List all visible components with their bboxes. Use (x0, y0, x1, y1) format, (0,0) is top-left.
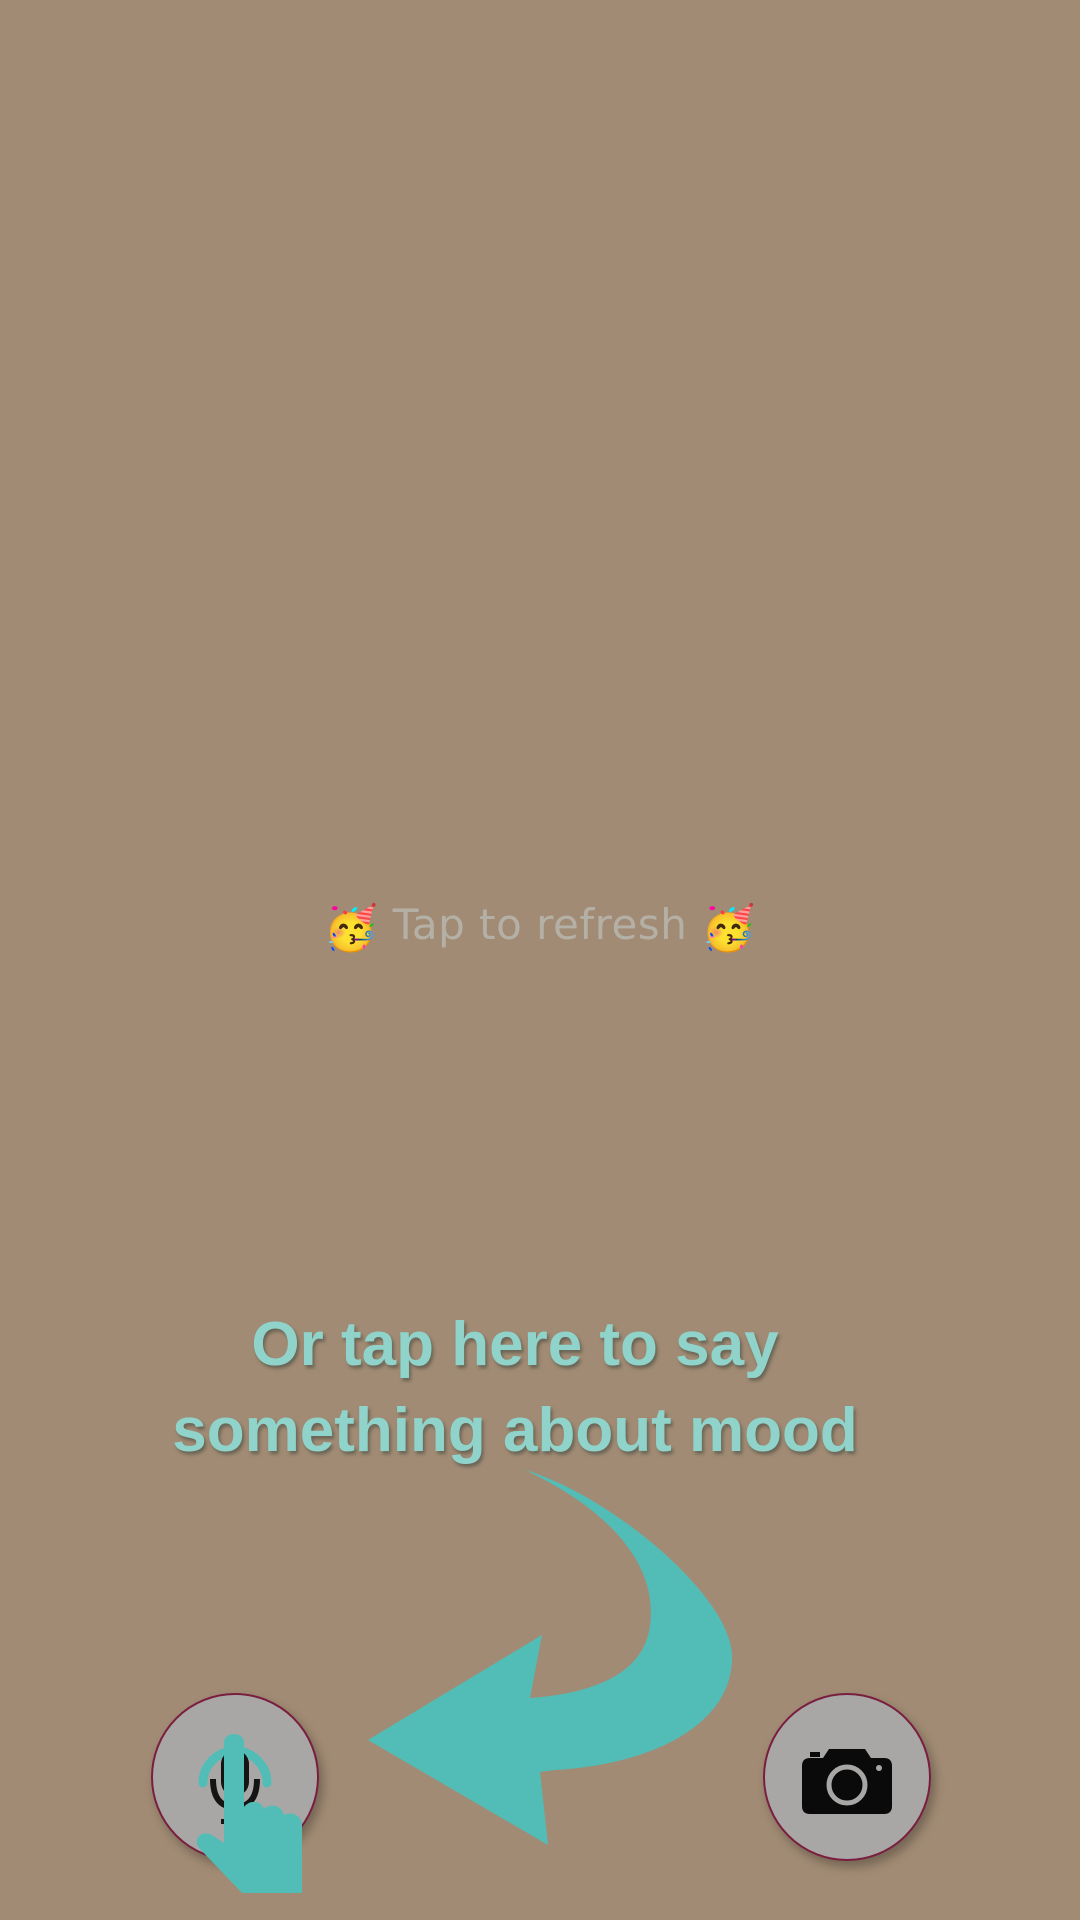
refresh-label[interactable]: Tap to refresh (393, 900, 688, 949)
hint-line-1: Or tap here to say (251, 1310, 779, 1379)
refresh-area[interactable]: 🥳 Tap to refresh 🥳 (0, 900, 1080, 954)
app-screen: 🥳 Tap to refresh 🥳 Or tap here to say so… (0, 0, 1080, 1920)
voice-hint-text: Or tap here to say something about mood (0, 1302, 1030, 1474)
camera-icon (802, 1749, 892, 1814)
pointing-hand-icon (196, 1734, 302, 1893)
party-face-emoji-right: 🥳 (701, 903, 757, 954)
curved-arrow-icon (368, 1470, 733, 1845)
hint-line-2: something about mood (172, 1396, 858, 1465)
camera-button[interactable] (763, 1693, 931, 1861)
party-face-emoji-left: 🥳 (323, 903, 379, 954)
